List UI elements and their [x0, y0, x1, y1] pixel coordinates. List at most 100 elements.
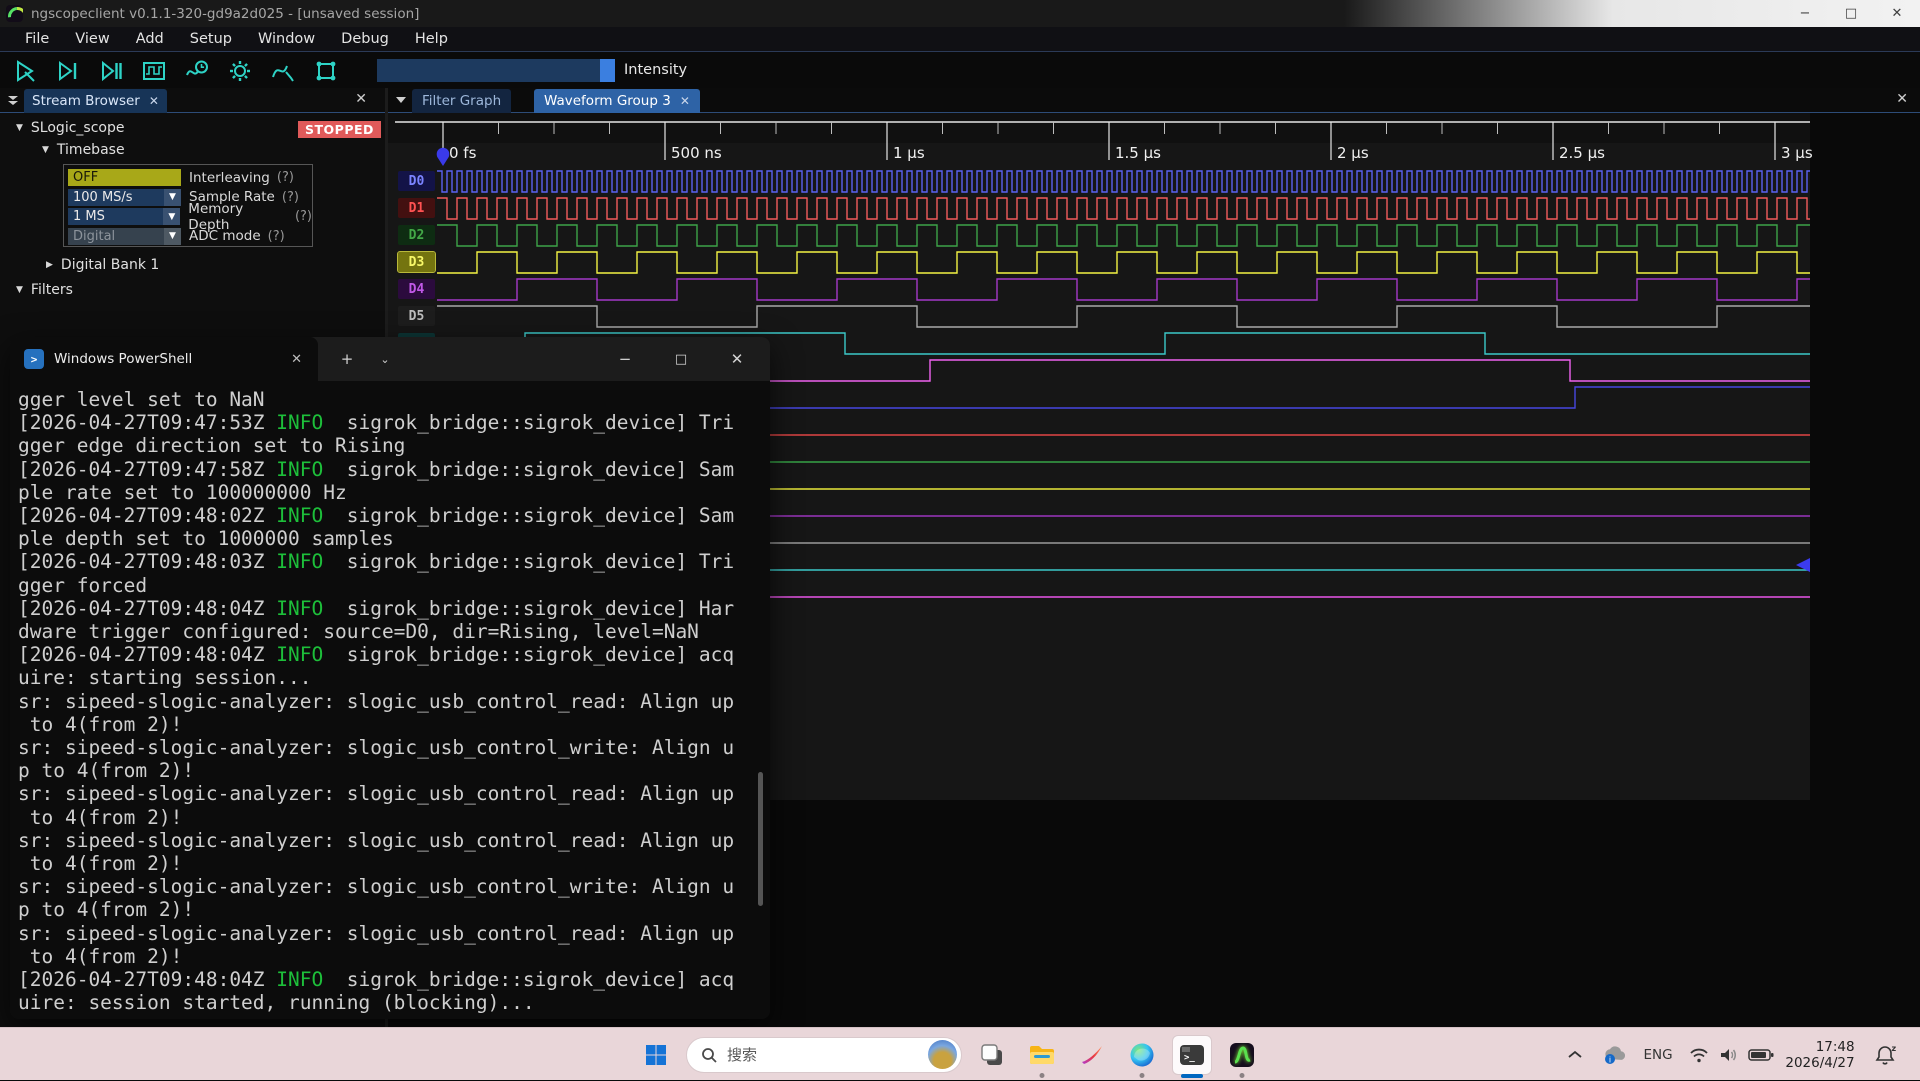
chevron-down-icon[interactable]: ▼: [16, 123, 23, 133]
history-icon[interactable]: [136, 56, 172, 86]
menu-add[interactable]: Add: [123, 27, 177, 52]
maximize-button[interactable]: □: [658, 337, 704, 381]
collapse-dock-icon[interactable]: [395, 94, 407, 106]
timeline-clock-icon[interactable]: [179, 56, 215, 86]
fullscreen-icon[interactable]: [308, 56, 344, 86]
console-output[interactable]: gger level set to NaN[2026-04-27T09:47:5…: [10, 381, 770, 1019]
setting-row-adc-mode: Digital▼ADC mode(?): [68, 228, 285, 245]
tab-filter-graph[interactable]: Filter Graph: [412, 89, 511, 113]
wifi-icon[interactable]: [1684, 1028, 1714, 1081]
console-line: uire: starting session...: [18, 666, 770, 689]
tab-close-icon[interactable]: ✕: [680, 94, 690, 108]
filter-curve-icon[interactable]: [265, 56, 301, 86]
collapse-panel-icon[interactable]: [7, 94, 19, 106]
help-icon[interactable]: (?): [277, 170, 294, 185]
dock-close-icon[interactable]: ✕: [1896, 91, 1908, 107]
clock[interactable]: 17:48 2026/4/27: [1780, 1028, 1860, 1081]
tab-close-icon[interactable]: ✕: [291, 352, 302, 367]
taskbar-task-view-button[interactable]: [972, 1035, 1012, 1075]
force-trigger-icon[interactable]: [93, 56, 129, 86]
taskbar-swoosh-app-button[interactable]: [1072, 1035, 1112, 1075]
intensity-slider-handle[interactable]: [600, 59, 615, 82]
taskbar-ngscopeclient-button[interactable]: [1222, 1035, 1262, 1075]
maximize-button[interactable]: □: [1828, 0, 1874, 27]
notification-bell-icon[interactable]: z: [1868, 1028, 1902, 1081]
toolbar: Intensity: [0, 53, 1920, 88]
console-line: gger forced: [18, 574, 770, 597]
search-daily-image[interactable]: [928, 1040, 957, 1069]
edge-icon: [1129, 1042, 1155, 1068]
menu-help[interactable]: Help: [402, 27, 461, 52]
tree-item-digital-bank[interactable]: ▶ Digital Bank 1: [46, 257, 159, 273]
console-scrollbar[interactable]: [758, 772, 763, 906]
task-view-icon: [980, 1043, 1004, 1067]
menu-view[interactable]: View: [62, 27, 122, 52]
start-button[interactable]: [636, 1035, 676, 1075]
channel-label-D1[interactable]: D1: [398, 198, 435, 218]
panel-close-icon[interactable]: ✕: [355, 91, 367, 107]
taskbar-file-explorer-button[interactable]: [1022, 1035, 1062, 1075]
setting-row-memory-depth: 1 MS▼Memory Depth(?): [68, 208, 312, 225]
search-icon: [701, 1047, 717, 1063]
channel-label-D5[interactable]: D5: [398, 306, 435, 326]
svg-text:z: z: [1892, 1044, 1897, 1053]
file-explorer-icon: [1029, 1044, 1055, 1066]
intensity-slider[interactable]: [377, 59, 615, 82]
console-line: sr: sipeed-slogic-analyzer: slogic_usb_c…: [18, 782, 770, 805]
channel-label-D3[interactable]: D3: [398, 252, 435, 272]
menu-setup[interactable]: Setup: [177, 27, 245, 52]
console-line: [2026-04-27T09:48:04Z INFO sigrok_bridge…: [18, 643, 770, 666]
search-input[interactable]: 搜索: [686, 1037, 962, 1073]
powershell-window[interactable]: > Windows PowerShell ✕ + ⌄ − □ ✕ gger le…: [10, 337, 770, 1019]
interleaving-control[interactable]: OFF: [68, 169, 181, 186]
console-line: ple rate set to 100000000 Hz: [18, 481, 770, 504]
language-indicator[interactable]: ENG: [1636, 1028, 1680, 1081]
memory-depth-control[interactable]: 1 MS▼: [68, 208, 180, 225]
sample-rate-control[interactable]: 100 MS/s▼: [68, 189, 181, 206]
tree-item-scope[interactable]: ▼ SLogic_scope: [16, 120, 124, 136]
channel-label-D0[interactable]: D0: [398, 171, 435, 191]
close-button[interactable]: ✕: [1874, 0, 1920, 27]
tab-close-icon[interactable]: ✕: [149, 94, 159, 108]
powershell-titlebar[interactable]: > Windows PowerShell ✕ + ⌄ − □ ✕: [10, 337, 770, 381]
dropdown-arrow-icon[interactable]: ▼: [163, 208, 180, 225]
sidebar-tabbar: Stream Browser ✕ ✕: [0, 88, 385, 113]
help-icon[interactable]: (?): [295, 209, 312, 224]
minimize-button[interactable]: −: [1782, 0, 1828, 27]
tab-stream-browser[interactable]: Stream Browser ✕: [24, 89, 167, 113]
channel-label-D4[interactable]: D4: [398, 279, 435, 299]
help-icon[interactable]: (?): [268, 229, 285, 244]
arm-trigger-icon[interactable]: [7, 56, 43, 86]
tree-item-timebase[interactable]: ▼ Timebase: [42, 142, 125, 158]
settings-gear-icon[interactable]: [222, 56, 258, 86]
single-trigger-icon[interactable]: [50, 56, 86, 86]
volume-icon[interactable]: [1714, 1028, 1744, 1081]
minimize-button[interactable]: −: [602, 337, 648, 381]
tab-dropdown-icon[interactable]: ⌄: [362, 337, 408, 381]
chevron-right-icon[interactable]: ▶: [46, 260, 53, 270]
search-placeholder: 搜索: [727, 1044, 928, 1065]
battery-icon[interactable]: [1744, 1028, 1778, 1081]
channel-label-D2[interactable]: D2: [398, 225, 435, 245]
chevron-down-icon[interactable]: ▼: [16, 285, 23, 295]
console-line: uire: session started, running (blocking…: [18, 991, 770, 1014]
dropdown-arrow-icon[interactable]: ▼: [164, 228, 181, 245]
menu-file[interactable]: File: [12, 27, 62, 52]
tray-chevron-icon[interactable]: [1560, 1028, 1590, 1081]
taskbar-terminal-button[interactable]: >_: [1172, 1035, 1212, 1075]
svg-text:2.5 µs: 2.5 µs: [1559, 144, 1605, 162]
tree-item-filters[interactable]: ▼ Filters: [16, 282, 73, 298]
tab-waveform-group-3[interactable]: Waveform Group 3 ✕: [534, 89, 700, 113]
chevron-down-icon[interactable]: ▼: [42, 145, 49, 155]
menu-window[interactable]: Window: [245, 27, 328, 52]
console-line: [2026-04-27T09:48:03Z INFO sigrok_bridge…: [18, 550, 770, 573]
console-line: to 4(from 2)!: [18, 852, 770, 875]
onedrive-icon[interactable]: i: [1598, 1028, 1632, 1081]
adc-mode-control[interactable]: Digital▼: [68, 228, 181, 245]
powershell-tab[interactable]: > Windows PowerShell ✕: [10, 337, 318, 381]
dropdown-arrow-icon[interactable]: ▼: [164, 189, 181, 206]
console-line: [2026-04-27T09:48:04Z INFO sigrok_bridge…: [18, 597, 770, 620]
taskbar-edge-button[interactable]: [1122, 1035, 1162, 1075]
menu-debug[interactable]: Debug: [328, 27, 402, 52]
close-button[interactable]: ✕: [714, 337, 760, 381]
